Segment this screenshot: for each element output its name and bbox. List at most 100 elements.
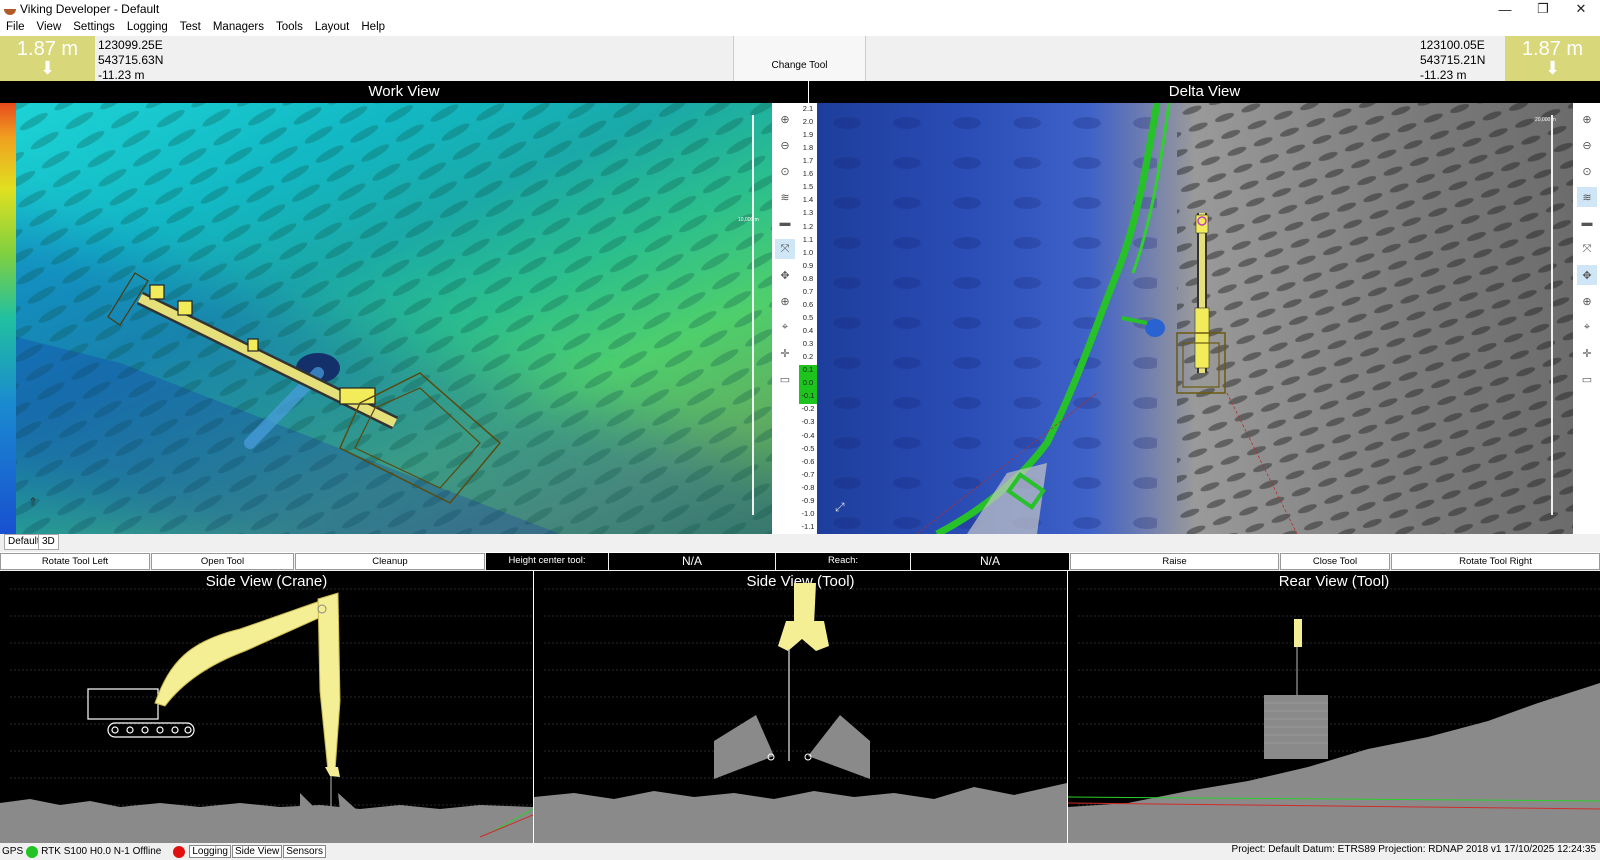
tab-3d[interactable]: 3D	[38, 534, 59, 550]
status-header: 1.87 m ⬇ 123099.25E 543715.63N -11.23 m …	[0, 36, 1600, 83]
center-icon[interactable]: ✥	[775, 265, 795, 285]
delta-scale-tick: 1.0	[802, 247, 814, 257]
work-view-overlay: 10,000 m	[0, 103, 772, 534]
menu-tools[interactable]: Tools	[270, 21, 309, 33]
delta-height-scale: 2.1 2.0 1.9 1.8 1.7 1.6 1.5 1.4 1.3 1.2 1.1 1.0 0.9 0…	[799, 103, 817, 534]
clear-icon[interactable]: ▭	[775, 369, 795, 389]
height-center-value: N/A	[609, 553, 775, 570]
delta-scale-tick: 0.2	[802, 352, 814, 362]
gps-status-text: RTK S100 H0.0 N-1 Offline	[41, 846, 162, 857]
cleanup-button[interactable]: Cleanup	[295, 553, 485, 570]
close-button[interactable]: ✕	[1562, 0, 1600, 18]
open-tool-button[interactable]: Open Tool	[151, 553, 294, 570]
delta-scale-tick: -0.9	[801, 495, 815, 505]
zoom-in-icon[interactable]: ⊕	[1577, 109, 1597, 129]
delta-scale-tick: -0.2	[801, 404, 815, 414]
target-icon[interactable]: ⌖	[775, 317, 795, 337]
delta-north-arrow-icon: ⤢	[834, 500, 845, 514]
delta-scale-tick: -1.0	[801, 508, 815, 518]
rotate-tool-left-button[interactable]: Rotate Tool Left	[0, 553, 150, 570]
target-icon[interactable]: ⌖	[1577, 317, 1597, 337]
pointer-icon[interactable]: ✛	[1577, 343, 1597, 363]
raise-button[interactable]: Raise	[1070, 553, 1279, 570]
menu-settings[interactable]: Settings	[67, 21, 121, 33]
minus-icon[interactable]: ▬	[1577, 213, 1597, 233]
delta-view-title: Delta View	[809, 81, 1600, 103]
menu-test[interactable]: Test	[174, 21, 207, 33]
zoom-in-icon[interactable]: ⊕	[775, 109, 795, 129]
title-bar: Viking Developer - Default — ❐ ✕	[0, 0, 1600, 18]
menu-managers[interactable]: Managers	[207, 21, 270, 33]
zoom-fit-icon[interactable]: ⊙	[775, 161, 795, 181]
left-coordinates: 123099.25E 543715.63N -11.23 m	[98, 38, 163, 83]
left-easting: 123099.25E	[98, 38, 163, 52]
menu-bar: File View Settings Logging Test Managers…	[0, 18, 1600, 36]
delta-scale-tick: 1.1	[802, 234, 814, 244]
pointer-icon[interactable]: ✛	[775, 343, 795, 363]
delta-scale-tick: 1.5	[802, 182, 814, 192]
minimize-button[interactable]: —	[1486, 0, 1524, 18]
clear-icon[interactable]: ▭	[1577, 369, 1597, 389]
height-center-label: Height center tool:	[486, 553, 608, 570]
menu-file[interactable]: File	[0, 21, 31, 33]
delta-scale-tick: 0.4	[802, 326, 814, 336]
work-scale-label: 10,000 m	[738, 217, 759, 223]
zoom-out-icon[interactable]: ⊖	[1577, 135, 1597, 155]
status-tab-sensors[interactable]: Sensors	[283, 845, 326, 858]
down-arrow-icon: ⬇	[1544, 58, 1561, 78]
crosshair-icon[interactable]: ⊕	[1577, 291, 1597, 311]
delta-scale-tick: 1.7	[802, 156, 814, 166]
delta-scale-bar	[1551, 115, 1553, 515]
menu-help[interactable]: Help	[355, 21, 391, 33]
status-bar: GPS RTK S100 H0.0 N-1 Offline Logging Si…	[0, 843, 1600, 860]
work-scale-bar	[752, 115, 754, 515]
menu-layout[interactable]: Layout	[309, 21, 356, 33]
delta-scale-tick: 0.3	[802, 339, 814, 349]
delta-scale-tick: 0.7	[802, 286, 814, 296]
north-arrow-icon: ⇑	[28, 495, 39, 509]
down-arrow-icon: ⬇	[39, 58, 56, 78]
excavator-icon	[87, 688, 195, 738]
delta-scale-tick: 1.2	[802, 221, 814, 231]
side-view-tool[interactable]: Side View (Tool)	[534, 571, 1067, 843]
status-tab-logging[interactable]: Logging	[189, 845, 231, 858]
minus-icon[interactable]: ▬	[775, 213, 795, 233]
center-icon[interactable]: ✥	[1577, 265, 1597, 285]
zoom-fit-icon[interactable]: ⊙	[1577, 161, 1597, 181]
work-view-toolbar: ⊕ ⊖ ⊙ ≋ ▬ ⤧ ✥ ⊕ ⌖ ✛ ▭	[772, 103, 798, 534]
delta-scale-tick: -0.1	[799, 391, 817, 405]
zoom-out-icon[interactable]: ⊖	[775, 135, 795, 155]
reach-value: N/A	[911, 553, 1069, 570]
work-view-map[interactable]: 10,000 m ⇑	[0, 103, 772, 534]
side-view-crane[interactable]: Side View (Crane)	[0, 571, 533, 843]
delta-scale-tick: 0.1	[799, 365, 817, 379]
delta-scale-tick: 1.6	[802, 169, 814, 179]
layers-icon[interactable]: ≋	[1577, 187, 1597, 207]
delta-scale-tick: -0.3	[801, 417, 815, 427]
project-info: Project: Default Datum: ETRS89 Projectio…	[1231, 844, 1596, 855]
delta-view-toolbar: ⊕ ⊖ ⊙ ≋ ▬ ⤧ ✥ ⊕ ⌖ ✛ ▭	[1574, 103, 1600, 534]
delta-scale-tick: 0.8	[802, 273, 814, 283]
restore-button[interactable]: ❐	[1524, 0, 1562, 18]
fit-extent-icon[interactable]: ⤧	[1577, 239, 1597, 259]
delta-view-map[interactable]: 20,000 m ⤢	[817, 103, 1573, 534]
menu-logging[interactable]: Logging	[121, 21, 174, 33]
delta-scale-tick: 0.5	[802, 312, 814, 322]
rear-view-tool[interactable]: Rear View (Tool)	[1068, 571, 1600, 843]
crosshair-icon[interactable]: ⊕	[775, 291, 795, 311]
delta-view-overlay: 20,000 m ⤢	[817, 103, 1573, 534]
right-easting: 123100.05E	[1420, 38, 1485, 52]
delta-scale-tick: -0.5	[801, 443, 815, 453]
layers-icon[interactable]: ≋	[775, 187, 795, 207]
status-tab-side-view[interactable]: Side View	[231, 845, 283, 858]
delta-scale-tick: -0.4	[801, 430, 815, 440]
fit-extent-icon[interactable]: ⤧	[775, 239, 795, 259]
left-northing: 543715.63N	[98, 53, 164, 67]
rotate-tool-right-button[interactable]: Rotate Tool Right	[1391, 553, 1600, 570]
change-tool-button[interactable]: Change Tool	[733, 36, 866, 81]
work-view-title: Work View	[0, 81, 808, 103]
window-title: Viking Developer - Default	[20, 2, 160, 16]
right-depth-indicator: 1.87 m ⬇	[1505, 36, 1600, 81]
menu-view[interactable]: View	[31, 21, 68, 33]
close-tool-button[interactable]: Close Tool	[1280, 553, 1390, 570]
